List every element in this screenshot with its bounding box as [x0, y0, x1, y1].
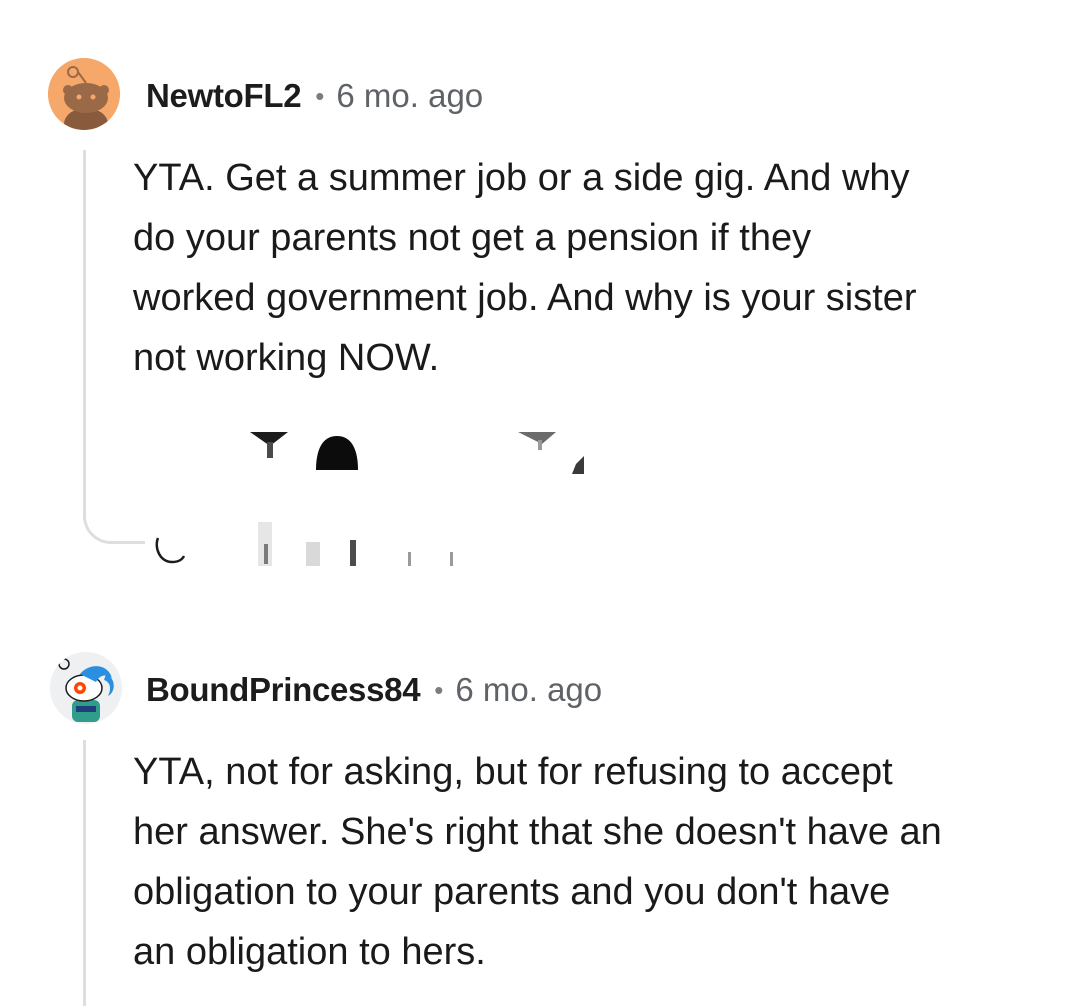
- timestamp: 6 mo. ago: [455, 671, 603, 708]
- thread-line-curve: [83, 500, 145, 544]
- comment-header: NewtoFL2 • 6 mo. ago: [146, 72, 483, 120]
- comment-newtofl2: NewtoFL2 • 6 mo. ago YTA. Get a summer j…: [0, 0, 1080, 600]
- faded-action-mark: [350, 540, 356, 566]
- snoo-avatar-icon[interactable]: [50, 652, 122, 724]
- timestamp: 6 mo. ago: [336, 77, 484, 114]
- snoo-avatar-icon[interactable]: [48, 58, 120, 130]
- thread-line[interactable]: [83, 740, 86, 1006]
- comment-header: BoundPrincess84 • 6 mo. ago: [146, 666, 602, 714]
- reply-icon[interactable]: [152, 532, 186, 566]
- separator-dot: •: [315, 80, 325, 111]
- faded-action-mark: [408, 552, 411, 566]
- faded-action-mark: [306, 542, 320, 566]
- comment-boundprincess84: BoundPrincess84 • 6 mo. ago YTA, not for…: [0, 600, 1080, 1006]
- username[interactable]: BoundPrincess84: [146, 671, 421, 709]
- award-icon[interactable]: [314, 434, 360, 474]
- faded-action-mark: [264, 544, 268, 564]
- thread-line[interactable]: [83, 150, 86, 520]
- username[interactable]: NewtoFL2: [146, 77, 302, 115]
- upvote-icon[interactable]: [248, 430, 292, 460]
- comment-body: YTA. Get a summer job or a side gig. And…: [133, 157, 917, 379]
- separator-dot: •: [434, 674, 444, 705]
- downvote-icon[interactable]: [516, 430, 586, 476]
- comment-body: YTA, not for asking, but for refusing to…: [133, 751, 942, 973]
- faded-action-mark: [450, 552, 453, 566]
